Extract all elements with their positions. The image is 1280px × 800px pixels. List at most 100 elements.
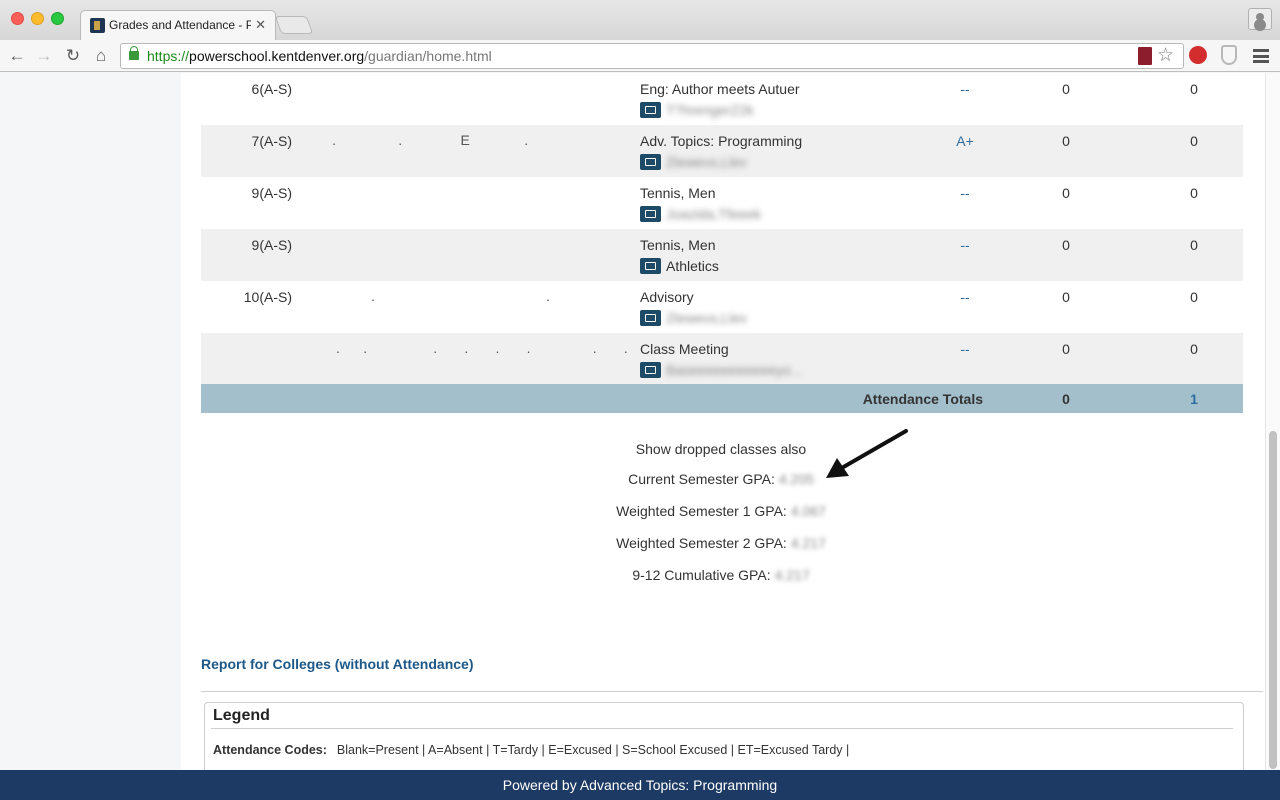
gpa-value: 4.067	[790, 503, 826, 519]
home-icon[interactable]: ⌂	[90, 45, 112, 67]
tardies-count[interactable]: 0	[1179, 81, 1209, 97]
shield-extension-icon[interactable]	[1221, 45, 1237, 65]
teacher-name[interactable]: Athletics	[666, 257, 719, 275]
table-row: 9(A-S) Tennis, Men Joazida,Tfeeek -- 0 0	[201, 177, 1243, 229]
tardies-count[interactable]: 0	[1179, 289, 1209, 305]
grade-link[interactable]: --	[945, 81, 985, 97]
powerschool-favicon-icon	[90, 18, 105, 33]
table-row: 7(A-S) . . E . Adv. Topics: Programming …	[201, 125, 1243, 177]
total-tardies-link[interactable]: 1	[1179, 391, 1209, 407]
email-icon[interactable]	[640, 102, 661, 118]
legend-panel: Legend Attendance Codes: Blank=Present | …	[204, 702, 1244, 770]
course-name: Adv. Topics: Programming	[640, 133, 803, 149]
hamburger-menu-icon[interactable]	[1253, 49, 1269, 63]
bookmark-extension-icon[interactable]	[1138, 47, 1152, 65]
absences-count[interactable]: 0	[1051, 289, 1081, 305]
attendance-marks-cell[interactable]: . .	[301, 288, 631, 304]
absences-count[interactable]: 0	[1051, 237, 1081, 253]
scrollbar-thumb[interactable]	[1269, 431, 1277, 769]
weighted-semester-2-gpa: Weighted Semester 2 GPA: 4.217	[616, 535, 826, 551]
gpa-value: 4.217	[790, 535, 826, 551]
address-bar[interactable]: https://powerschool.kentdenver.org/guard…	[120, 43, 1184, 69]
period-cell: 9(A-S)	[251, 185, 292, 201]
absences-count[interactable]: 0	[1051, 185, 1081, 201]
adblock-extension-icon[interactable]	[1189, 46, 1207, 64]
attendance-totals-row: Attendance Totals 0 1	[201, 384, 1243, 413]
course-name: Eng: Author meets Autuer	[640, 81, 800, 97]
back-arrow-icon[interactable]: ←	[6, 45, 28, 67]
grade-link[interactable]: --	[945, 185, 985, 201]
absences-count[interactable]: 0	[1051, 341, 1081, 357]
tardies-count[interactable]: 0	[1179, 133, 1209, 149]
tardies-count[interactable]: 0	[1179, 341, 1209, 357]
minimize-window-button[interactable]	[31, 12, 44, 25]
teacher-contact[interactable]: Zlewevs,Llev	[640, 309, 747, 327]
attendance-marks-cell[interactable]: . . E .	[301, 132, 631, 148]
absences-count[interactable]: 0	[1051, 133, 1081, 149]
tab-close-icon[interactable]: ✕	[255, 17, 266, 33]
course-name: Tennis, Men	[640, 185, 716, 201]
divider	[201, 691, 1263, 692]
period-cell: 9(A-S)	[251, 237, 292, 253]
email-icon[interactable]	[640, 154, 661, 170]
teacher-name[interactable]: T?hrengerZ2k	[666, 101, 754, 119]
sidebar	[0, 73, 181, 770]
teacher-contact[interactable]: Athletics	[640, 257, 719, 275]
teacher-name[interactable]: Joazida,Tfeeek	[666, 205, 761, 223]
attendance-totals-label: Attendance Totals	[862, 391, 983, 407]
tab-title: Grades and Attendance - P	[109, 18, 251, 32]
teacher-name[interactable]: Zlewevs,Llev	[666, 309, 747, 327]
period-cell: 6(A-S)	[251, 81, 292, 97]
window-titlebar: Grades and Attendance - P ✕	[0, 0, 1280, 40]
new-tab-button[interactable]	[274, 16, 314, 34]
attendance-codes-line: Attendance Codes: Blank=Present | A=Absen…	[213, 743, 850, 757]
grade-link[interactable]: --	[945, 289, 985, 305]
teacher-name[interactable]: Baseeeeeeeeeeeyo...	[666, 361, 802, 379]
teacher-contact[interactable]: T?hrengerZ2k	[640, 101, 754, 119]
teacher-name[interactable]: Zlewevs,Llev	[666, 153, 747, 171]
lock-icon	[129, 46, 139, 60]
total-absences: 0	[1062, 391, 1070, 407]
cumulative-gpa: 9-12 Cumulative GPA: 4.217	[632, 567, 810, 583]
reload-icon[interactable]: ↻	[62, 45, 84, 67]
zoom-window-button[interactable]	[51, 12, 64, 25]
url-text: https://powerschool.kentdenver.org/guard…	[147, 48, 492, 64]
forward-arrow-icon[interactable]: →	[33, 45, 55, 67]
tardies-count[interactable]: 0	[1179, 185, 1209, 201]
close-window-button[interactable]	[11, 12, 24, 25]
grade-link[interactable]: A+	[945, 133, 985, 149]
grade-link[interactable]: --	[945, 341, 985, 357]
star-icon[interactable]: ☆	[1157, 44, 1174, 67]
email-icon[interactable]	[640, 362, 661, 378]
course-name: Advisory	[640, 289, 694, 305]
teacher-contact[interactable]: Zlewevs,Llev	[640, 153, 747, 171]
table-row: 10(A-S) . . Advisory Zlewevs,Llev -- 0 0	[201, 281, 1243, 333]
tardies-count[interactable]: 0	[1179, 237, 1209, 253]
table-row: 9(A-S) Tennis, Men Athletics -- 0 0	[201, 229, 1243, 281]
profile-icon[interactable]	[1248, 8, 1272, 30]
browser-tab[interactable]: Grades and Attendance - P ✕	[80, 10, 276, 40]
period-cell: 7(A-S)	[251, 133, 292, 149]
vertical-scrollbar[interactable]	[1265, 73, 1280, 770]
email-icon[interactable]	[640, 258, 661, 274]
footer-bar: Powered by Advanced Topics: Programming	[0, 770, 1280, 800]
course-name: Class Meeting	[640, 341, 729, 357]
absences-count[interactable]: 0	[1051, 81, 1081, 97]
course-name: Tennis, Men	[640, 237, 716, 253]
page-content: 6(A-S) Eng: Author meets Autuer T?hrenge…	[0, 73, 1280, 770]
period-cell: 10(A-S)	[243, 289, 292, 305]
gpa-value: 4.217	[774, 567, 810, 583]
email-icon[interactable]	[640, 206, 661, 222]
grade-link[interactable]: --	[945, 237, 985, 253]
legend-divider	[211, 728, 1233, 729]
legend-title: Legend	[213, 707, 270, 724]
report-for-colleges-link[interactable]: Report for Colleges (without Attendance)	[201, 656, 473, 672]
table-row: . . . . . . . . Class Meeting Baseeeeeee…	[201, 333, 1243, 385]
teacher-contact[interactable]: Joazida,Tfeeek	[640, 205, 761, 223]
email-icon[interactable]	[640, 310, 661, 326]
annotation-arrow-icon	[826, 429, 908, 478]
gpa-value: 4.205	[778, 471, 814, 487]
teacher-contact[interactable]: Baseeeeeeeeeeeyo...	[640, 361, 802, 379]
browser-toolbar: ← → ↻ ⌂ https://powerschool.kentdenver.o…	[0, 40, 1280, 72]
attendance-marks-cell[interactable]: . . . . . . . .	[301, 340, 631, 356]
